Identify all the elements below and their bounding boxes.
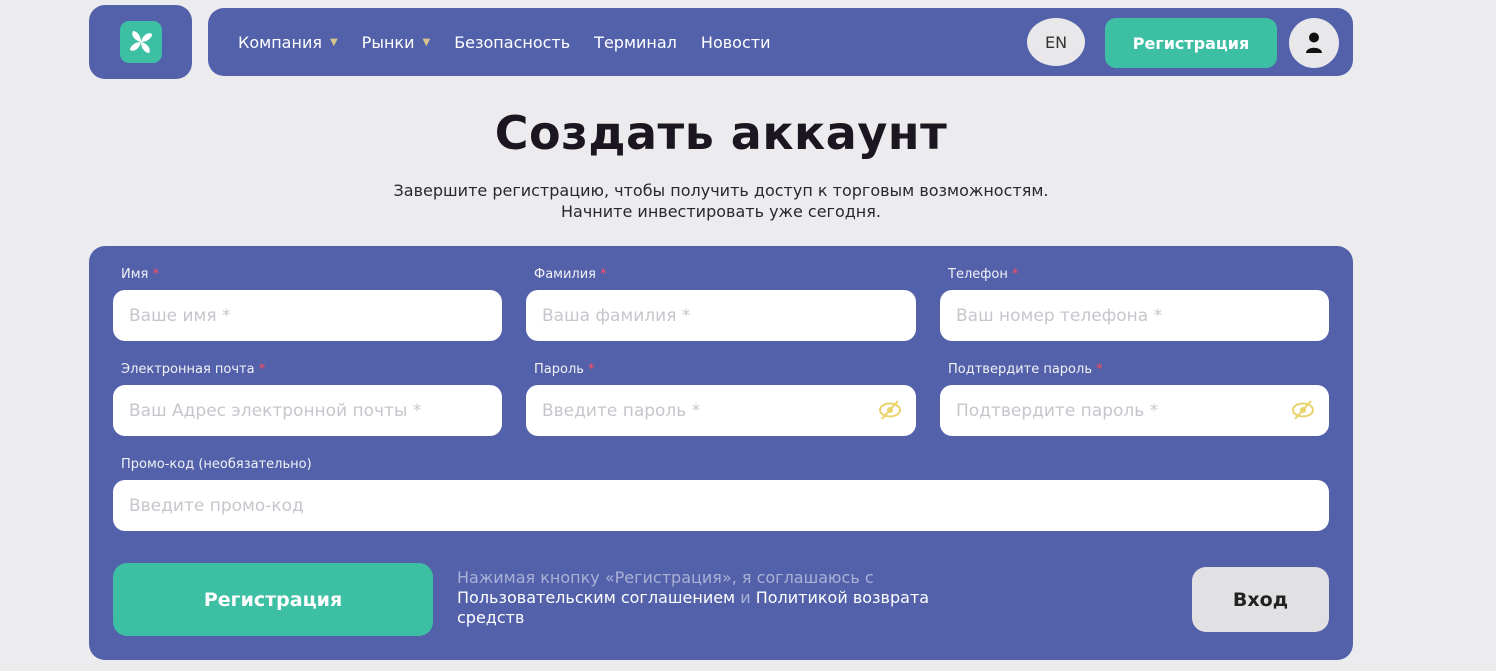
top-navbar: Компания ▼ Рынки ▼ Безопасность Терминал… [208, 8, 1353, 76]
required-mark: * [588, 362, 595, 377]
label-text: Подтвердите пароль [948, 362, 1092, 377]
page-title: Создать аккаунт [494, 106, 948, 160]
user-agreement-link[interactable]: Пользовательским соглашением [457, 588, 735, 607]
nav-item-label: Терминал [594, 32, 677, 52]
logo[interactable] [89, 5, 192, 79]
nav-item-news[interactable]: Новости [701, 33, 771, 52]
user-icon [1306, 32, 1322, 53]
phone-input[interactable]: Ваш номер телефона * [940, 290, 1329, 341]
subtitle-line: Начните инвестировать уже сегодня. [561, 202, 881, 221]
nav-item-label: Рынки [361, 32, 415, 52]
page-subtitle: Завершите регистрацию, чтобы получить до… [0, 180, 1442, 222]
required-mark: * [258, 362, 266, 377]
nav-item-markets[interactable]: Рынки ▼ [362, 33, 431, 52]
placeholder: Подтвердите пароль * [956, 400, 1159, 421]
placeholder: Введите пароль * [542, 400, 701, 421]
password-input[interactable]: Введите пароль * [526, 385, 916, 436]
language-switch-button[interactable]: EN [1027, 18, 1085, 66]
chevron-down-icon: ▼ [422, 36, 431, 48]
nav-item-security[interactable]: Безопасность [454, 33, 570, 52]
nav-item-terminal[interactable]: Терминал [594, 33, 677, 52]
subtitle-line: Завершите регистрацию, чтобы получить до… [393, 181, 1049, 200]
required-mark: * [1096, 362, 1103, 377]
user-profile-button[interactable] [1289, 18, 1339, 68]
nav-item-label: Компания [238, 32, 322, 52]
label-text: Телефон [948, 267, 1008, 282]
register-submit-button[interactable]: Регистрация [113, 563, 433, 636]
nav-item-label: Безопасность [454, 32, 571, 52]
first-name-input[interactable]: Ваше имя * [113, 290, 502, 341]
nav-item-company[interactable]: Компания ▼ [238, 33, 338, 52]
nav-item-label: Новости [700, 32, 771, 52]
placeholder: Ваш номер телефона * [956, 305, 1163, 326]
promo-code-input[interactable]: Введите промо-код [113, 480, 1329, 531]
label-text: Фамилия [534, 267, 596, 282]
eye-off-icon[interactable] [878, 399, 902, 421]
login-button[interactable]: Вход [1192, 567, 1329, 632]
logo-icon [119, 21, 162, 63]
placeholder: Ваше имя * [129, 305, 231, 326]
registration-form: Имя * Ваше имя * Фамилия * Ваша фамилия … [89, 246, 1353, 660]
confirm-password-input[interactable]: Подтвердите пароль * [940, 385, 1329, 436]
email-label: Электронная почта * [121, 362, 265, 377]
first-name-label: Имя * [121, 267, 159, 282]
last-name-input[interactable]: Ваша фамилия * [526, 290, 916, 341]
header-register-button[interactable]: Регистрация [1105, 18, 1277, 68]
consent-prefix: Нажимая кнопку «Регистрация», я соглашаю… [457, 568, 874, 587]
consent-text: Нажимая кнопку «Регистрация», я соглашаю… [457, 568, 977, 628]
email-input[interactable]: Ваш Адрес электронной почты * [113, 385, 502, 436]
phone-label: Телефон * [948, 267, 1018, 282]
label-text: Пароль [534, 362, 584, 377]
last-name-label: Фамилия * [534, 267, 607, 282]
placeholder: Ваша фамилия * [542, 305, 691, 326]
nav-menu: Компания ▼ Рынки ▼ Безопасность Терминал… [238, 8, 794, 76]
confirm-password-label: Подтвердите пароль * [948, 362, 1103, 377]
required-mark: * [1011, 267, 1019, 282]
required-mark: * [600, 267, 607, 282]
eye-off-icon[interactable] [1291, 399, 1315, 421]
chevron-down-icon: ▼ [329, 36, 338, 48]
label-text: Электронная почта [121, 362, 255, 377]
password-label: Пароль * [534, 362, 595, 377]
consent-and: и [740, 588, 751, 607]
required-mark: * [152, 267, 160, 282]
placeholder: Ваш Адрес электронной почты * [129, 400, 422, 421]
label-text: Имя [121, 267, 149, 282]
placeholder: Введите промо-код [129, 495, 304, 516]
promo-code-label: Промо-код (необязательно) [121, 457, 312, 472]
